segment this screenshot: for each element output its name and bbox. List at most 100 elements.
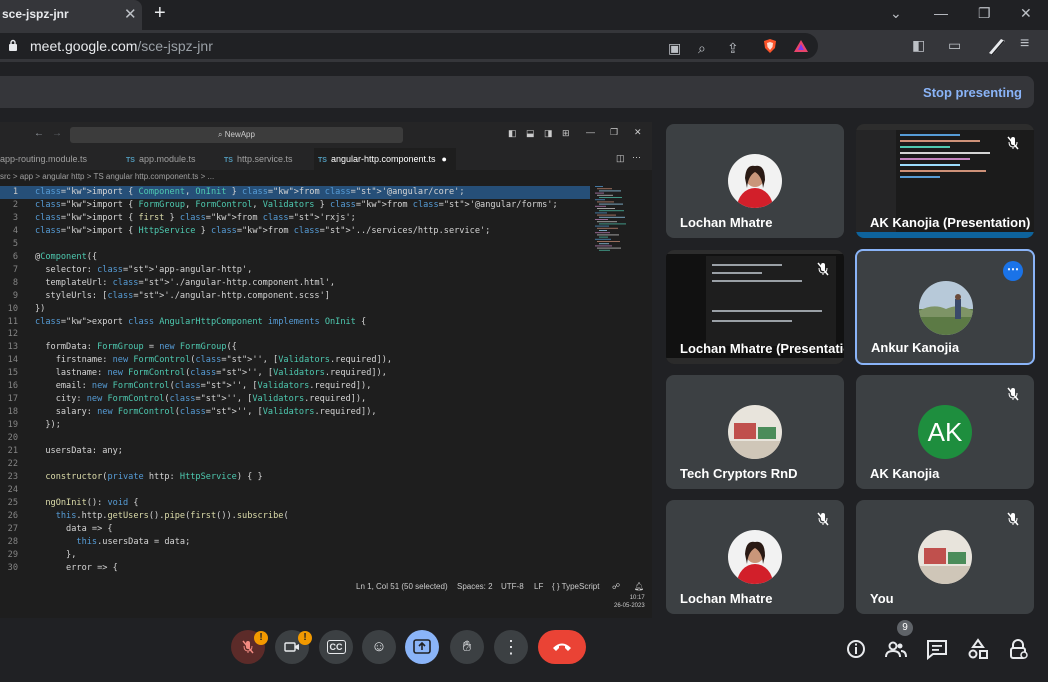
editor-tab[interactable]: TS http.service.ts — [220, 148, 310, 170]
code-line[interactable]: 9 styleUrls: [class="st">'./angular-http… — [0, 290, 590, 303]
code-line[interactable]: 30 error => { — [0, 562, 590, 575]
code-line[interactable]: 18 salary: new FormControl(class="st">''… — [0, 406, 590, 419]
code-line[interactable]: 11 class="kw">export class AngularHttpCom… — [0, 316, 590, 329]
code-line[interactable]: 16 email: new FormControl(class="st">'',… — [0, 380, 590, 393]
stop-presenting-button[interactable]: Stop presenting — [923, 85, 1022, 100]
editor-tab[interactable]: app-routing.module.ts — [0, 148, 104, 170]
feedback-icon[interactable]: ☍ — [612, 582, 620, 591]
code-line[interactable]: 19 }); — [0, 419, 590, 432]
code-line[interactable]: 26 this.http.getUsers().pipe(first()).su… — [0, 510, 590, 523]
url-field[interactable]: meet.google.com/sce-jspz-jnr ▣ ⌕ ⇪ — [0, 33, 818, 59]
minimap[interactable] — [593, 184, 629, 254]
participant-tile[interactable]: Lochan Mhatre — [666, 500, 844, 614]
participant-tile-selected[interactable]: ⋯ Ankur Kanojia — [855, 249, 1035, 365]
meeting-details-icon[interactable] — [845, 638, 867, 660]
code-line[interactable]: 14 firstname: new FormControl(class="st"… — [0, 354, 590, 367]
code-line[interactable]: 21 usersData: any; — [0, 445, 590, 458]
code-line[interactable]: 22 — [0, 458, 590, 471]
leave-call-button[interactable] — [538, 630, 586, 664]
code-line[interactable]: 6 @Component({ — [0, 251, 590, 264]
code-editor[interactable]: 1 class="kw">import { Component, OnInit }… — [0, 186, 590, 576]
chat-icon[interactable] — [926, 638, 948, 660]
notifications-bell-icon[interactable]: 🔔︎ — [634, 582, 644, 591]
participant-tile[interactable]: Lochan Mhatre (Presentation) — [666, 250, 844, 364]
split-editor-icon[interactable]: ◫ — [616, 153, 625, 164]
reactions-button[interactable]: ☺ — [362, 630, 396, 664]
layout-custom-icon[interactable]: ⊞ — [562, 128, 570, 139]
participant-tile[interactable]: Lochan Mhatre — [666, 124, 844, 238]
participant-name: Ankur Kanojia — [871, 340, 960, 355]
code-line[interactable]: 12 — [0, 328, 590, 341]
code-line[interactable]: 27 data => { — [0, 523, 590, 536]
participant-tile[interactable]: AK Kanojia (Presentation) — [856, 124, 1034, 238]
participant-tile[interactable]: Tech Cryptors RnD — [666, 375, 844, 489]
brave-rewards-icon[interactable] — [793, 38, 809, 54]
encoding-setting[interactable]: UTF-8 — [501, 582, 524, 591]
code-line[interactable]: 2 class="kw">import { FormGroup, FormCont… — [0, 199, 590, 212]
code-line[interactable]: 29 }, — [0, 549, 590, 562]
code-line[interactable]: 4 class="kw">import { HttpService } class… — [0, 225, 590, 238]
close-tab-icon[interactable]: ✕ — [124, 5, 137, 23]
code-line[interactable]: 23 constructor(private http: HttpService… — [0, 471, 590, 484]
new-tab-icon[interactable]: + — [154, 2, 166, 25]
code-line[interactable]: 13 formData: FormGroup = new FormGroup({ — [0, 341, 590, 354]
code-line[interactable]: 28 this.usersData = data; — [0, 536, 590, 549]
raise-hand-button[interactable]: ✋︎ — [450, 630, 484, 664]
breadcrumb[interactable]: src > app > angular http > TS angular ht… — [0, 172, 214, 181]
vscode-close-icon[interactable]: ✕ — [634, 127, 642, 138]
indentation-setting[interactable]: Spaces: 2 — [457, 582, 493, 591]
editor-tab-label: http.service.ts — [236, 154, 293, 164]
close-window-icon[interactable]: ✕ — [1020, 5, 1032, 22]
forward-arrow-icon[interactable]: → — [52, 128, 62, 139]
code-line[interactable]: 5 — [0, 238, 590, 251]
participant-tile-self[interactable]: You — [856, 500, 1034, 614]
activities-icon[interactable] — [967, 638, 989, 660]
code-line[interactable]: 15 lastname: new FormControl(class="st">… — [0, 367, 590, 380]
share-icon[interactable]: ⇪ — [727, 40, 739, 57]
editor-tab-label: angular-http.component.ts — [330, 154, 436, 164]
tab-search-icon[interactable]: ⌄ — [890, 5, 902, 22]
browser-tab[interactable]: sce-jspz-jnr ✕ — [0, 0, 142, 30]
cursor-position[interactable]: Ln 1, Col 51 (50 selected) — [356, 582, 448, 591]
line-number: 2 — [12, 199, 18, 210]
code-line[interactable]: 20 — [0, 432, 590, 445]
vscode-minimize-icon[interactable]: — — [586, 127, 595, 137]
more-options-button[interactable]: ⋯ — [1003, 261, 1023, 281]
zoom-icon[interactable]: ⌕ — [698, 40, 706, 57]
back-arrow-icon[interactable]: ← — [34, 128, 44, 139]
vpn-icon[interactable] — [986, 35, 1008, 57]
code-line[interactable]: 8 templateUrl: class="st">'./angular-htt… — [0, 277, 590, 290]
editor-tab[interactable]: TS app.module.ts — [122, 148, 214, 170]
layout-secondary-icon[interactable]: ◨ — [544, 128, 553, 139]
eol-setting[interactable]: LF — [534, 582, 543, 591]
camera-blocked-icon[interactable]: ▣ — [668, 40, 681, 57]
people-icon[interactable] — [885, 638, 907, 660]
present-now-button[interactable] — [405, 630, 439, 664]
language-mode[interactable]: { } TypeScript — [552, 582, 599, 591]
brave-shield-icon[interactable] — [762, 38, 778, 54]
code-line[interactable]: 10}) — [0, 303, 590, 316]
host-controls-icon[interactable] — [1007, 638, 1029, 660]
vscode-search-box[interactable]: ⌕ NewApp — [70, 127, 403, 143]
restore-icon[interactable]: ❐ — [978, 5, 991, 22]
vscode-restore-icon[interactable]: ❐ — [610, 127, 618, 138]
code-line[interactable]: 24 — [0, 484, 590, 497]
code-line[interactable]: 17 city: new FormControl(class="st">'', … — [0, 393, 590, 406]
minimize-icon[interactable]: — — [934, 5, 948, 21]
editor-tab-label: app-routing.module.ts — [0, 154, 88, 164]
code-line[interactable]: 25 ngOnInit(): void { — [0, 497, 590, 510]
sidebar-icon[interactable]: ◧ — [912, 37, 925, 54]
layout-sidebar-icon[interactable]: ◧ — [508, 128, 517, 139]
code-line[interactable]: 7 selector: class="st">'app-angular-http… — [0, 264, 590, 277]
more-options-button[interactable]: ⋮ — [494, 630, 528, 664]
code-line[interactable]: 3 class="kw">import { first } class="kw">… — [0, 212, 590, 225]
captions-button[interactable]: CC — [319, 630, 353, 664]
participant-tile[interactable]: AK AK Kanojia — [856, 375, 1034, 489]
code-text: }) — [35, 303, 46, 314]
code-line[interactable]: 1 class="kw">import { Component, OnInit }… — [0, 186, 590, 199]
menu-icon[interactable]: ≡ — [1020, 35, 1029, 53]
editor-tab-active[interactable]: TS angular-http.component.ts ● — [314, 148, 456, 170]
wallet-icon[interactable]: ▭ — [948, 37, 961, 54]
layout-panel-icon[interactable]: ⬓ — [526, 128, 535, 139]
editor-more-icon[interactable]: ⋯ — [632, 152, 641, 163]
